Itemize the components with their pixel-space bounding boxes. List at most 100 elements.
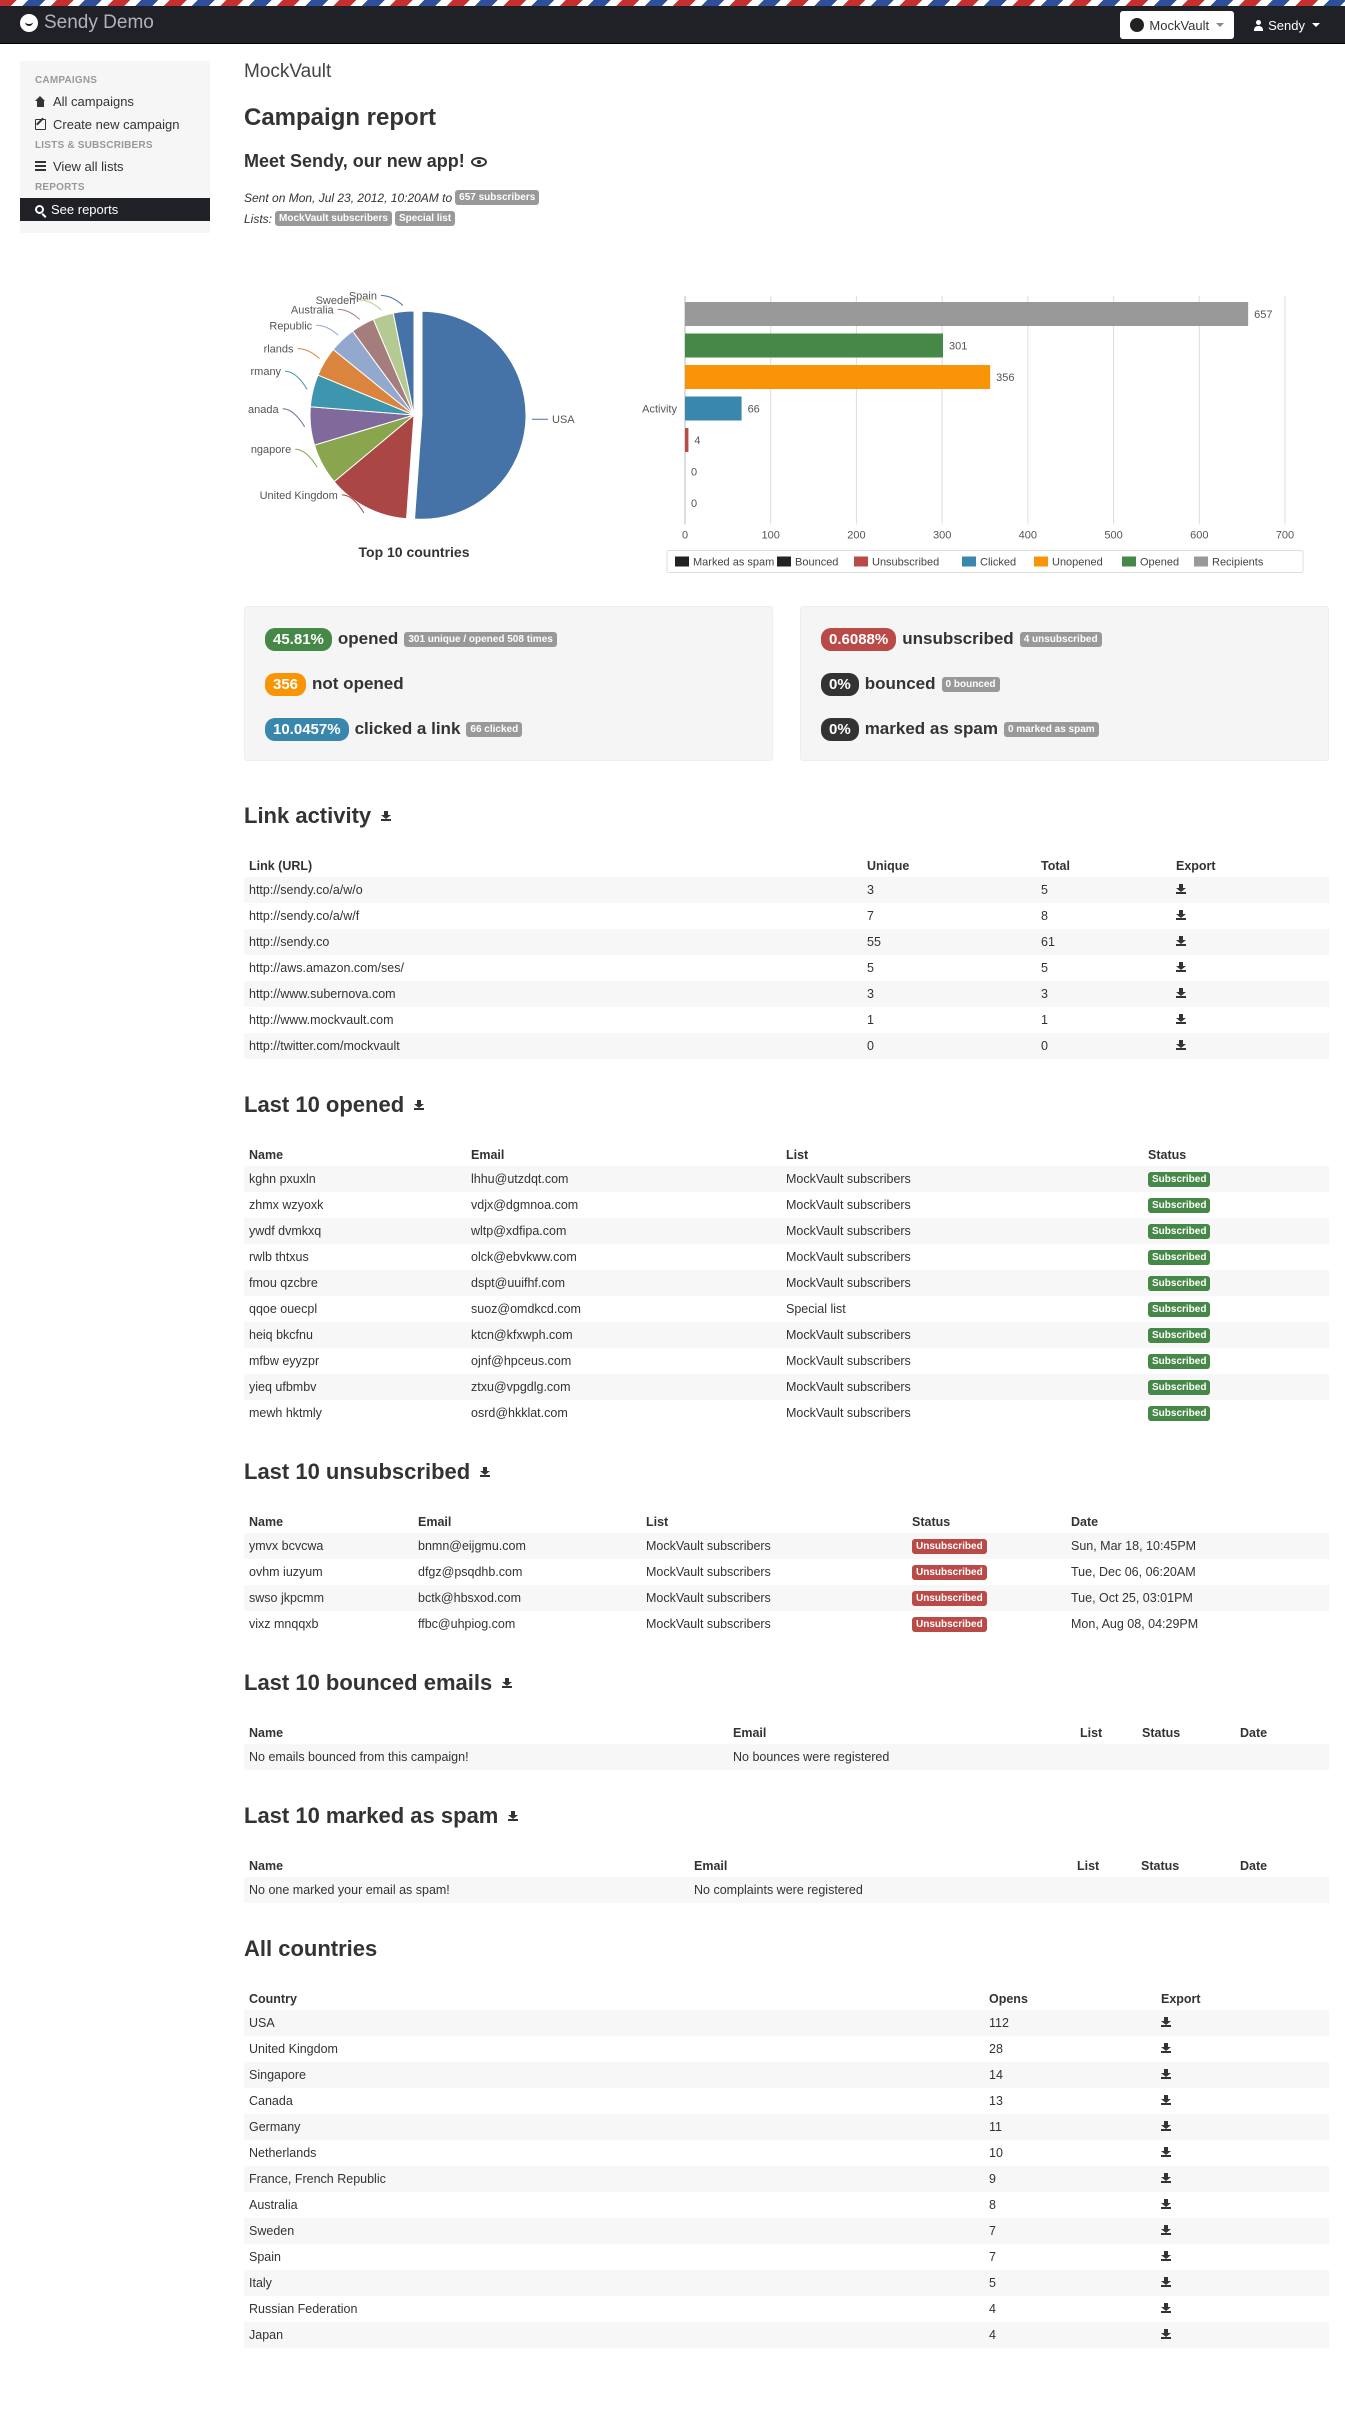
unique-count: 3 (862, 981, 1036, 1007)
bar-unopened[interactable] (685, 365, 991, 389)
link-url[interactable]: http://sendy.co/a/w/o (244, 877, 862, 903)
legend-label: Marked as spam (693, 557, 774, 569)
countries-table: Country Opens Export USA 112 United Kingdo… (244, 1984, 1329, 2348)
download-icon[interactable] (1161, 2017, 1171, 2027)
unique-count: 7 (867, 909, 874, 923)
download-icon[interactable] (1161, 2199, 1171, 2209)
total-count: 0 (1036, 1033, 1171, 1059)
download-icon[interactable] (1161, 2277, 1171, 2287)
bar-opened[interactable] (685, 333, 943, 358)
subscriber-name[interactable]: ovhm iuzyum (244, 1559, 413, 1585)
chevron-down-icon (1216, 23, 1225, 27)
download-icon[interactable] (1161, 2173, 1171, 2183)
export-cell (1171, 981, 1329, 1007)
subscriber-email: lhhu@utzdqt.com (466, 1166, 781, 1192)
subscriber-name[interactable]: zhmx wzyoxk (244, 1192, 466, 1218)
sidebar-item-see-reports[interactable]: See reports (20, 198, 210, 221)
download-icon[interactable] (1176, 988, 1186, 998)
download-icon[interactable] (1176, 962, 1186, 972)
section-title-all-countries: All countries (244, 1936, 1329, 1962)
sent-info: Sent on Mon, Jul 23, 2012, 10:20AM to 65… (244, 190, 1329, 205)
country-name: France, French Republic (244, 2166, 984, 2192)
sent-text: Sent on Mon, Jul 23, 2012, 10:20AM to (244, 190, 453, 205)
search-icon (35, 205, 44, 214)
subscriber-email: ojnf@hpceus.com (471, 1354, 572, 1368)
eye-icon[interactable] (470, 156, 487, 167)
subscriber-name[interactable]: mewh hktmly (244, 1400, 466, 1426)
download-icon[interactable] (1176, 1014, 1186, 1024)
user-menu-button[interactable]: Sendy (1246, 11, 1328, 39)
link-url[interactable]: http://www.mockvault.com (244, 1007, 862, 1033)
sidebar-item-label: All campaigns (53, 94, 134, 109)
download-icon[interactable] (502, 1678, 513, 1688)
status-badge: Unsubscribed (912, 1565, 987, 1580)
section-title-text: Link activity (244, 803, 372, 828)
country-name: Spain (249, 2250, 281, 2264)
bar-unsubscribed[interactable] (685, 428, 689, 452)
subscriber-name[interactable]: mfbw eyyzpr (244, 1348, 466, 1374)
download-icon[interactable] (1161, 2043, 1171, 2053)
download-icon[interactable] (1161, 2303, 1171, 2313)
download-icon[interactable] (1176, 1040, 1186, 1050)
sendy-logo-icon (20, 14, 38, 32)
bar-clicked[interactable] (685, 396, 742, 421)
bar-recipients[interactable] (685, 302, 1249, 326)
export-cell (1156, 2218, 1329, 2244)
table-row: mewh hktmly osrd@hkklat.com MockVault subs… (244, 1400, 1329, 1426)
download-icon[interactable] (1161, 2121, 1171, 2131)
subscriber-name[interactable]: rwlb thtxus (244, 1244, 466, 1270)
lists-info: Lists: MockVault subscribers Special lis… (244, 211, 1329, 226)
unopened-label: not opened (312, 674, 404, 693)
download-icon[interactable] (1176, 936, 1186, 946)
download-icon[interactable] (1176, 910, 1186, 920)
download-icon[interactable] (414, 1100, 425, 1110)
list-name: MockVault subscribers (646, 1617, 771, 1631)
pie-slice[interactable] (414, 310, 527, 520)
link-url[interactable]: http://aws.amazon.com/ses/ (244, 955, 862, 981)
export-cell (1171, 903, 1329, 929)
app-brand[interactable]: Sendy Demo (20, 12, 154, 34)
link-url[interactable]: http://www.subernova.com (244, 981, 862, 1007)
download-icon[interactable] (1161, 2225, 1171, 2235)
opened-label: opened (337, 629, 399, 648)
sidebar-item-view-lists[interactable]: View all lists (20, 155, 210, 178)
download-icon[interactable] (1161, 2147, 1171, 2157)
table-row: vixz mnqqxb ffbc@uhpiog.com MockVault subs… (244, 1611, 1329, 1637)
download-icon[interactable] (1161, 2069, 1171, 2079)
download-icon[interactable] (508, 1811, 519, 1821)
pie-label: anada (248, 404, 279, 416)
status-badge: Subscribed (1148, 1380, 1211, 1395)
download-icon[interactable] (1161, 2329, 1171, 2339)
brand-switcher-button[interactable]: MockVault (1120, 11, 1235, 39)
export-cell (1156, 2322, 1329, 2348)
download-icon[interactable] (480, 1467, 491, 1477)
subscriber-name[interactable]: ymvx bcvcwa (244, 1533, 413, 1559)
subscriber-name[interactable]: ywdf dvmkxq (244, 1218, 466, 1244)
sidebar-item-create-campaign[interactable]: Create new campaign (20, 113, 210, 136)
subscriber-name[interactable]: vixz mnqqxb (244, 1611, 413, 1637)
unique-count: 55 (862, 929, 1036, 955)
sidebar-item-label: View all lists (53, 159, 124, 174)
subscriber-name[interactable]: fmou qzcbre (244, 1270, 466, 1296)
download-icon[interactable] (381, 811, 392, 821)
link-url[interactable]: http://twitter.com/mockvault (244, 1033, 862, 1059)
link-url[interactable]: http://sendy.co (244, 929, 862, 955)
subscriber-name[interactable]: yieq ufbmbv (244, 1374, 466, 1400)
download-icon[interactable] (1161, 2095, 1171, 2105)
download-icon[interactable] (1161, 2251, 1171, 2261)
link-url[interactable]: http://sendy.co/a/w/f (244, 903, 862, 929)
download-icon[interactable] (1176, 884, 1186, 894)
subscriber-name[interactable]: qqoe ouecpl (244, 1296, 466, 1322)
subscriber-name[interactable]: kghn pxuxln (244, 1166, 466, 1192)
x-tick-label: 300 (933, 530, 951, 542)
spam-detail: 0 marked as spam (1003, 721, 1099, 737)
subscriber-name[interactable]: swso jkpcmm (244, 1585, 413, 1611)
brand-title: MockVault (244, 61, 332, 82)
sidebar-item-all-campaigns[interactable]: All campaigns (20, 90, 210, 113)
status-cell: Subscribed (1143, 1296, 1329, 1322)
total-count: 1 (1041, 1013, 1048, 1027)
legend-label: Clicked (980, 557, 1016, 569)
clicked-detail: 66 clicked (466, 721, 523, 737)
unique-count: 0 (862, 1033, 1036, 1059)
subscriber-name[interactable]: heiq bkcfnu (244, 1322, 466, 1348)
